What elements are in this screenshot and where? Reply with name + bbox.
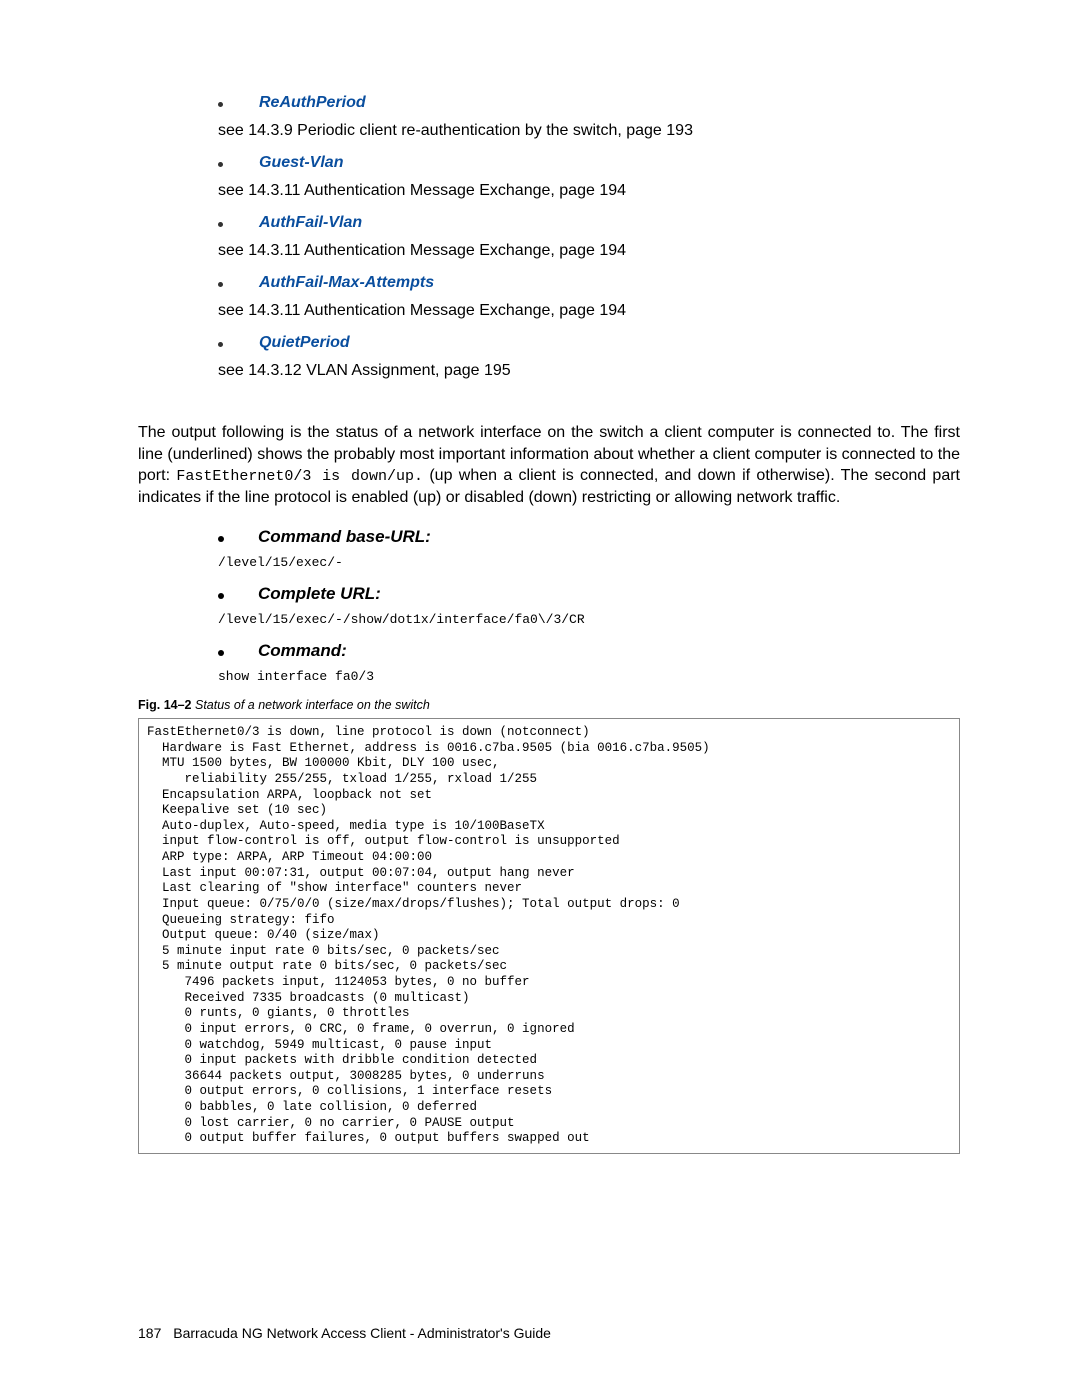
link-guest-vlan[interactable]: Guest-Vlan	[259, 154, 343, 172]
body-paragraph: The output following is the status of a …	[138, 422, 960, 509]
figure-label: Fig. 14–2	[138, 698, 192, 712]
command-heading-row: Complete URL:	[218, 584, 960, 604]
link-reauthperiod[interactable]: ReAuthPeriod	[259, 94, 366, 112]
link-authfail-vlan[interactable]: AuthFail-Vlan	[259, 214, 362, 232]
page-footer: 187 Barracuda NG Network Access Client -…	[138, 1325, 551, 1341]
see-reference-text: see 14.3.11 Authentication Message Excha…	[218, 242, 960, 260]
inline-code: FastEthernet0/3 is down/up.	[176, 468, 423, 485]
bullet-icon	[218, 282, 223, 287]
command-section-list: Command base-URL: /level/15/exec/- Compl…	[218, 527, 960, 684]
complete-url-value: /level/15/exec/-/show/dot1x/interface/fa…	[218, 612, 960, 627]
bullet-icon	[218, 650, 224, 656]
bullet-item: ReAuthPeriod	[218, 94, 960, 112]
see-reference-text: see 14.3.11 Authentication Message Excha…	[218, 302, 960, 320]
bullet-item: Guest-Vlan	[218, 154, 960, 172]
bullet-item: AuthFail-Max-Attempts	[218, 274, 960, 292]
bullet-link-list: ReAuthPeriod see 14.3.9 Periodic client …	[218, 94, 960, 380]
bullet-icon	[218, 342, 223, 347]
command-base-url-value: /level/15/exec/-	[218, 555, 960, 570]
command-heading-row: Command:	[218, 641, 960, 661]
bullet-item: QuietPeriod	[218, 334, 960, 352]
complete-url-heading: Complete URL:	[258, 584, 381, 604]
see-reference-text: see 14.3.9 Periodic client re-authentica…	[218, 122, 960, 140]
footer-title: Barracuda NG Network Access Client - Adm…	[173, 1325, 551, 1341]
link-authfail-max-attempts[interactable]: AuthFail-Max-Attempts	[259, 274, 434, 292]
see-reference-text: see 14.3.11 Authentication Message Excha…	[218, 182, 960, 200]
bullet-icon	[218, 536, 224, 542]
command-heading-row: Command base-URL:	[218, 527, 960, 547]
figure-title: Status of a network interface on the swi…	[195, 698, 430, 712]
command-heading: Command:	[258, 641, 347, 661]
bullet-item: AuthFail-Vlan	[218, 214, 960, 232]
figure-caption: Fig. 14–2 Status of a network interface …	[138, 698, 960, 712]
bullet-icon	[218, 162, 223, 167]
command-value: show interface fa0/3	[218, 669, 960, 684]
bullet-icon	[218, 222, 223, 227]
code-output-box: FastEthernet0/3 is down, line protocol i…	[138, 718, 960, 1154]
bullet-icon	[218, 593, 224, 599]
command-base-url-heading: Command base-URL:	[258, 527, 431, 547]
page-number: 187	[138, 1325, 161, 1341]
see-reference-text: see 14.3.12 VLAN Assignment, page 195	[218, 362, 960, 380]
bullet-icon	[218, 102, 223, 107]
link-quietperiod[interactable]: QuietPeriod	[259, 334, 350, 352]
